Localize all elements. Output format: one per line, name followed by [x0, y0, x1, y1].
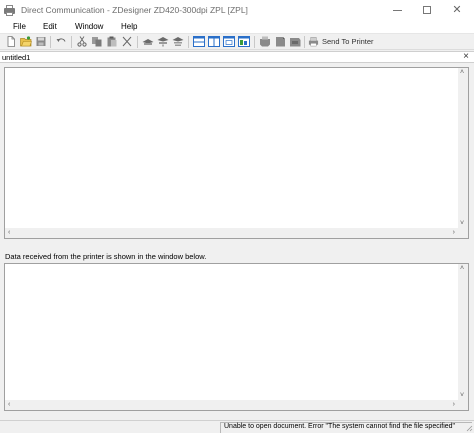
arrange-icon[interactable] [238, 36, 250, 47]
toolbar-separator [254, 36, 255, 48]
printer-app-icon [4, 4, 15, 16]
menu-file[interactable]: File [13, 22, 26, 31]
menu-help[interactable]: Help [121, 22, 137, 31]
close-button[interactable]: ✕ [442, 0, 472, 20]
open-folder-icon[interactable] [20, 36, 32, 47]
scrollbar-corner [458, 400, 468, 410]
toolbar-separator [71, 36, 72, 48]
scroll-up-icon[interactable]: ˄ [460, 69, 464, 76]
scroll-left-icon[interactable]: ‹ [8, 401, 10, 408]
menu-bar: File Edit Window Help [0, 20, 474, 34]
send-to-printer-button[interactable]: Send To Printer [308, 35, 374, 48]
scroll-down-icon[interactable]: ˅ [460, 220, 464, 227]
document-tab-title[interactable]: untitled1 [2, 53, 30, 62]
close-icon: ✕ [452, 3, 462, 16]
window-title: Direct Communication - ZDesigner ZD420-3… [21, 5, 248, 15]
scrollbar-corner [458, 228, 468, 238]
tile-vertical-icon[interactable] [208, 36, 220, 47]
send-icon[interactable] [157, 36, 169, 47]
undo-icon[interactable] [55, 36, 67, 47]
resize-grip-icon[interactable] [465, 424, 473, 432]
copy-icon[interactable] [91, 36, 103, 47]
scroll-right-icon[interactable]: › [453, 401, 455, 408]
save-icon[interactable] [35, 36, 47, 47]
cut-icon[interactable] [76, 36, 88, 47]
minimize-button[interactable] [382, 0, 412, 20]
new-document-icon[interactable] [5, 36, 17, 47]
editor-vertical-scrollbar[interactable]: ˄ ˅ [458, 68, 468, 228]
toolbar: Send To Printer [0, 34, 474, 50]
toolbar-separator [50, 36, 51, 48]
document-tab-bar: untitled1 × [0, 51, 474, 63]
printer-2-icon[interactable] [274, 36, 286, 47]
paste-icon[interactable] [106, 36, 118, 47]
receive-vertical-scrollbar[interactable]: ˄ ˅ [458, 264, 468, 400]
toolbar-separator [188, 36, 189, 48]
status-bar: Unable to open document. Error "The syst… [0, 420, 474, 433]
receive-horizontal-scrollbar[interactable]: ‹ › [5, 400, 458, 410]
tile-horizontal-icon[interactable] [193, 36, 205, 47]
menu-window[interactable]: Window [75, 22, 103, 31]
toolbar-separator [137, 36, 138, 48]
document-editor-pane[interactable]: ˄ ˅ ‹ › [4, 67, 469, 239]
minimize-icon [392, 9, 402, 11]
maximize-button[interactable] [412, 0, 442, 20]
received-data-pane[interactable]: ˄ ˅ ‹ › [4, 263, 469, 411]
receive-pane-label: Data received from the printer is shown … [5, 252, 207, 261]
document-close-icon[interactable]: × [463, 51, 469, 62]
editor-horizontal-scrollbar[interactable]: ‹ › [5, 228, 458, 238]
scroll-up-icon[interactable]: ˄ [460, 265, 464, 272]
maximize-icon [423, 6, 431, 14]
send-to-printer-icon [308, 37, 319, 47]
title-bar: Direct Communication - ZDesigner ZD420-3… [0, 0, 474, 20]
menu-edit[interactable]: Edit [43, 22, 57, 31]
cascade-icon[interactable] [223, 36, 235, 47]
printer-3-icon[interactable] [289, 36, 301, 47]
scroll-left-icon[interactable]: ‹ [8, 229, 10, 236]
receive-icon[interactable] [142, 36, 154, 47]
scroll-down-icon[interactable]: ˅ [460, 392, 464, 399]
toolbar-separator [304, 36, 305, 48]
status-message: Unable to open document. Error "The syst… [224, 423, 456, 430]
printer-icon[interactable] [259, 36, 271, 47]
scroll-right-icon[interactable]: › [453, 229, 455, 236]
delete-icon[interactable] [121, 36, 133, 47]
send-to-printer-label: Send To Printer [322, 37, 374, 46]
send-receive-icon[interactable] [172, 36, 184, 47]
